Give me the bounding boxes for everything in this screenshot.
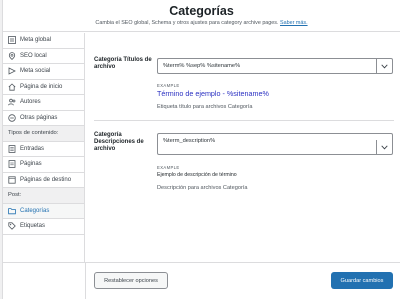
sidebar-item-posts[interactable]: Entradas	[3, 142, 84, 157]
sidebar-item-meta-social[interactable]: Meta social	[3, 64, 84, 80]
share-icon	[8, 67, 16, 75]
title-template-input[interactable]: %term% %sep% %sitename%	[157, 58, 393, 74]
sidebar-item-label: SEO local	[20, 52, 47, 59]
sidebar-item-homepage[interactable]: Página de inicio	[3, 80, 84, 95]
row-divider	[94, 120, 394, 121]
sidebar-item-label: Meta social	[20, 68, 51, 75]
settings-panel: Categorías Cambia el SEO global, Schema …	[2, 0, 400, 299]
title-example-label: EXAMPLE	[157, 83, 180, 88]
description-template-input[interactable]: %term_description%	[157, 133, 393, 155]
sidebar-section-post: Post:	[3, 188, 84, 204]
sidebar-item-meta-global[interactable]: Meta global	[3, 33, 84, 49]
sidebar-item-label: Página de inicio	[20, 83, 63, 90]
settings-sidebar: Meta global SEO local Meta social Página…	[3, 33, 85, 262]
description-template-value: %term_description%	[163, 138, 216, 144]
sidebar-item-label: Categorías	[20, 207, 50, 214]
sidebar-item-label: Meta global	[20, 37, 52, 44]
reset-options-button[interactable]: Restablecer opciones	[94, 272, 168, 289]
tag-icon	[8, 222, 16, 231]
sidebar-item-pages[interactable]: Páginas	[3, 157, 84, 173]
description-setting-label: Categoría Descripciones de archivo	[94, 132, 144, 152]
title-setting-label: Categoría Títulos de archivo	[94, 57, 152, 70]
description-help-text: Descripción para archivos Categoría	[157, 185, 248, 191]
sidebar-item-tags[interactable]: Etiquetas	[3, 219, 84, 235]
sidebar-item-label: Páginas de destino	[20, 176, 72, 183]
sidebar-item-other-pages[interactable]: Otras páginas	[3, 111, 84, 126]
landing-icon	[8, 176, 16, 184]
sidebar-section-content-types: Tipos de contenido:	[3, 126, 84, 142]
learn-more-link[interactable]: Saber más.	[280, 20, 308, 26]
sidebar-item-authors[interactable]: Autores	[3, 95, 84, 111]
sidebar-item-label: Etiquetas	[20, 223, 46, 230]
pages-icon	[8, 114, 16, 122]
users-icon	[8, 98, 16, 106]
page-title: Categorías	[169, 4, 234, 18]
description-example-label: EXAMPLE	[157, 165, 180, 170]
description-example-value: Ejemplo de descripción de término	[157, 172, 237, 178]
home-icon	[8, 83, 16, 91]
page-header: Categorías Cambia el SEO global, Schema …	[3, 0, 400, 32]
sidebar-item-categories[interactable]: Categorías	[3, 203, 84, 219]
settings-content: Categoría Títulos de archivo %term% %sep…	[86, 33, 400, 262]
title-template-value: %term% %sep% %sitename%	[163, 63, 241, 69]
chevron-down-icon[interactable]	[376, 140, 392, 154]
post-icon	[8, 144, 16, 153]
sidebar-item-landing-pages[interactable]: Páginas de destino	[3, 173, 84, 188]
page-icon	[8, 160, 16, 169]
save-changes-button[interactable]: Guardar cambios	[331, 272, 393, 289]
page-description-text: Cambia el SEO global, Schema y otros aju…	[95, 20, 279, 26]
folder-icon	[8, 207, 16, 215]
settings-footer: Restablecer opciones Guardar cambios	[86, 262, 400, 299]
sidebar-item-label: Páginas	[20, 161, 42, 168]
sidebar-item-label: Autores	[20, 99, 41, 106]
sliders-icon	[8, 36, 16, 45]
sidebar-item-seo-local[interactable]: SEO local	[3, 49, 84, 64]
chevron-down-icon[interactable]	[376, 59, 392, 73]
page-description: Cambia el SEO global, Schema y otros aju…	[3, 20, 400, 26]
sidebar-item-label: Entradas	[20, 145, 45, 152]
title-help-text: Etiqueta título para archivos Categoría	[157, 104, 253, 110]
location-pin-icon	[8, 51, 16, 60]
sidebar-item-label: Otras páginas	[20, 114, 58, 121]
title-example-value: Término de ejemplo - %sitename%	[157, 89, 269, 98]
sidebar-footer	[3, 262, 86, 299]
